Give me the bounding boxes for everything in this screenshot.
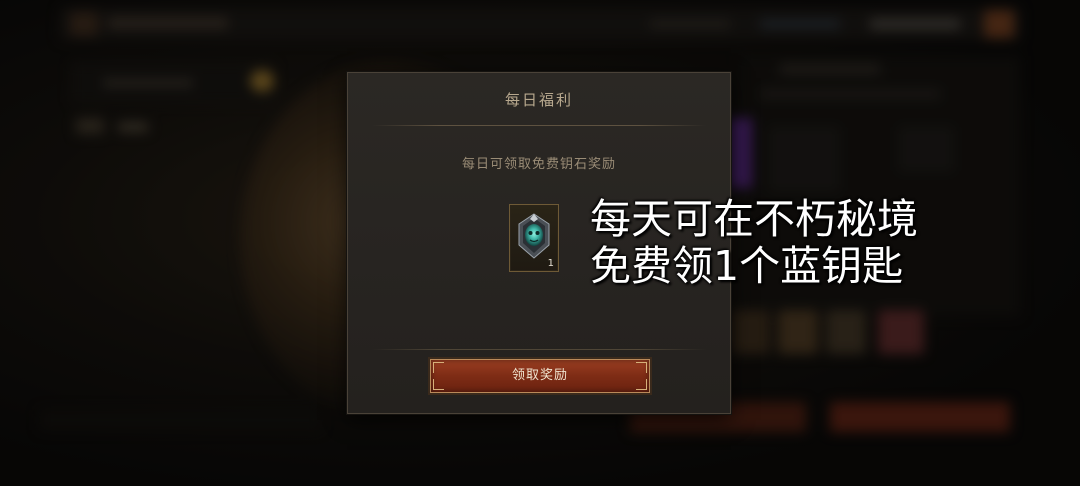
dialog-description: 每日可领取免费钥石奖励 — [461, 157, 616, 172]
caption-overlay: 每天可在不朽秘境 免费领1个蓝钥匙 — [590, 196, 918, 290]
claim-reward-label: 领取奖励 — [511, 368, 568, 383]
caption-line-1: 每天可在不朽秘境 — [590, 195, 918, 243]
button-corner-ornament — [433, 379, 444, 390]
claim-reward-button[interactable]: 领取奖励 — [430, 359, 650, 393]
caption-line-2: 免费领1个蓝钥匙 — [590, 242, 904, 290]
dialog-title: 每日福利 — [504, 91, 573, 109]
reward-count: 1 — [547, 258, 554, 269]
reward-item-slot[interactable]: 1 — [509, 204, 559, 272]
title-divider — [372, 125, 706, 126]
button-corner-ornament — [433, 362, 444, 373]
button-corner-ornament — [636, 379, 647, 390]
blue-key-icon — [518, 213, 550, 259]
button-corner-ornament — [636, 362, 647, 373]
game-screen: 每日福利 每日可领取免费钥石奖励 1 领取奖励 每天可在不朽秘境 免费领1个蓝钥… — [0, 0, 1080, 486]
footer-divider — [372, 349, 706, 350]
